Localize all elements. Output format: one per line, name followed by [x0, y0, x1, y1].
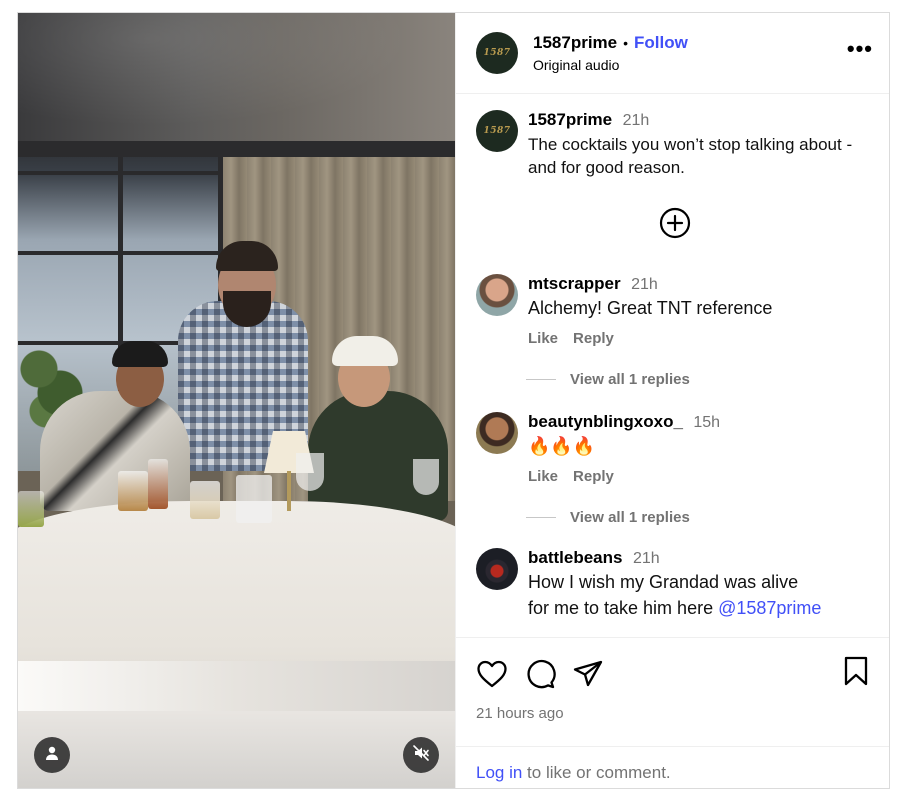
- caption-avatar[interactable]: 1587: [476, 110, 518, 152]
- scene-table: [18, 501, 455, 661]
- divider: [526, 379, 556, 380]
- audio-label[interactable]: Original audio: [533, 57, 847, 73]
- comment-time: 21h: [632, 550, 660, 567]
- post-header: 1587 1587prime • Follow Original audio •…: [456, 13, 889, 94]
- video-frame: [18, 141, 455, 661]
- caption-text: The cocktails you won’t stop talking abo…: [528, 135, 853, 177]
- author-username[interactable]: 1587prime: [533, 33, 617, 53]
- post-video[interactable]: [18, 13, 455, 788]
- comment-username[interactable]: battlebeans: [528, 548, 622, 567]
- comments-list[interactable]: 1587 1587prime 21h The cocktails you won…: [456, 94, 889, 637]
- mute-button[interactable]: [403, 737, 439, 773]
- comment-username[interactable]: beautynblingxoxo_: [528, 412, 683, 431]
- follow-button[interactable]: Follow: [634, 33, 688, 53]
- comment-text: 🔥🔥🔥: [528, 436, 596, 456]
- heart-icon[interactable]: [476, 659, 508, 689]
- reply-comment-button[interactable]: Reply: [573, 468, 614, 485]
- speech-bubble-icon[interactable]: [524, 658, 556, 690]
- caption-time: 21h: [622, 112, 650, 129]
- post-time-ago: 21 hours ago: [476, 705, 564, 722]
- login-link[interactable]: Log in: [476, 763, 522, 782]
- bookmark-icon[interactable]: [843, 656, 869, 691]
- paper-plane-icon[interactable]: [572, 659, 604, 689]
- comment-text: Alchemy! Great TNT reference: [528, 298, 773, 318]
- view-replies-button[interactable]: View all 1 replies: [526, 371, 873, 388]
- header-separator: •: [623, 35, 629, 51]
- mention-link[interactable]: @1587prime: [718, 598, 821, 618]
- like-comment-button[interactable]: Like: [528, 330, 558, 347]
- comment-item: beautynblingxoxo_ 15h 🔥🔥🔥 Like Reply: [476, 412, 873, 485]
- plus-circle-icon[interactable]: [659, 207, 691, 244]
- comment-time: 21h: [631, 276, 658, 293]
- author-avatar[interactable]: 1587: [476, 32, 518, 74]
- video-blur-bottom: [18, 661, 455, 788]
- comment-item: mtscrapper 21h Alchemy! Great TNT refere…: [476, 274, 873, 347]
- post-caption: 1587 1587prime 21h The cocktails you won…: [476, 110, 873, 179]
- commenter-avatar[interactable]: [476, 274, 518, 316]
- reply-comment-button[interactable]: Reply: [573, 330, 614, 347]
- post-dialog: 1587 1587prime • Follow Original audio •…: [17, 12, 890, 789]
- divider: [526, 517, 556, 518]
- post-footer: 21 hours ago Log in to like or comment.: [456, 637, 889, 788]
- comment-item: battlebeans 21h How I wish my Grandad wa…: [476, 548, 873, 620]
- more-options-button[interactable]: •••: [847, 36, 873, 70]
- login-prompt: Log in to like or comment.: [456, 746, 889, 783]
- comment-time: 15h: [693, 414, 721, 431]
- login-prompt-text: to like or comment.: [522, 763, 671, 782]
- user-icon: [44, 745, 60, 766]
- commenter-avatar[interactable]: [476, 412, 518, 454]
- view-replies-label: View all 1 replies: [570, 509, 690, 526]
- comment-text-continued: for me to take him here: [528, 598, 719, 618]
- like-comment-button[interactable]: Like: [528, 468, 558, 485]
- caption-username[interactable]: 1587prime: [528, 110, 612, 129]
- comment-text: How I wish my Grandad was alive: [528, 572, 799, 592]
- comment-username[interactable]: mtscrapper: [528, 274, 621, 293]
- brand-logo-mark: 1587: [483, 48, 511, 58]
- commenter-avatar[interactable]: [476, 548, 518, 590]
- view-replies-label: View all 1 replies: [570, 371, 690, 388]
- muted-speaker-icon: [412, 744, 430, 767]
- video-blur-top: [18, 13, 455, 141]
- view-replies-button[interactable]: View all 1 replies: [526, 509, 873, 526]
- brand-logo-mark: 1587: [483, 126, 511, 136]
- tagged-users-button[interactable]: [34, 737, 70, 773]
- post-side-panel: 1587 1587prime • Follow Original audio •…: [455, 13, 889, 788]
